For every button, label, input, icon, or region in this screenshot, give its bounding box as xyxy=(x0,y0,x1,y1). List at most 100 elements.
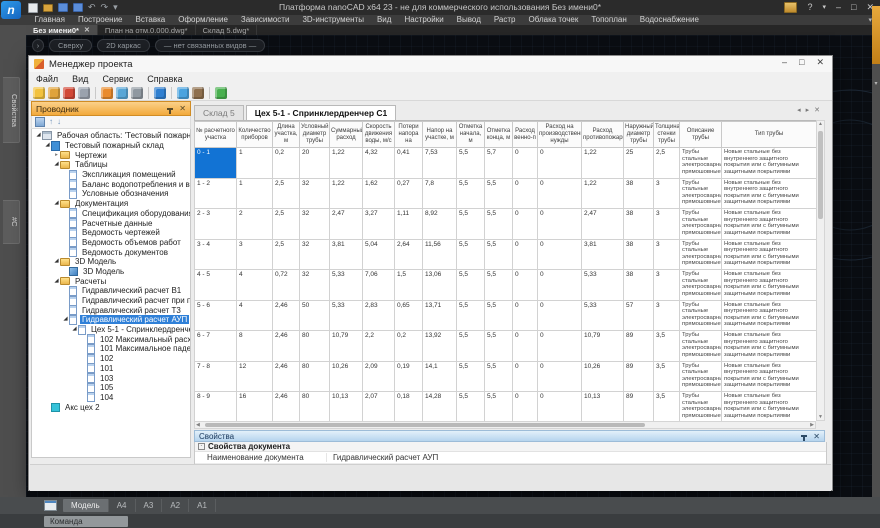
table-cell[interactable]: 3,27 xyxy=(363,209,395,240)
close-panel-icon[interactable]: ✕ xyxy=(179,104,186,113)
table-cell[interactable]: 38 xyxy=(624,209,654,240)
table-cell[interactable]: 38 xyxy=(624,270,654,301)
pm-menu-справка[interactable]: Справка xyxy=(140,74,189,84)
tree-item[interactable]: Ведомость чертежей xyxy=(32,228,190,238)
tree-item[interactable]: 103 xyxy=(32,373,190,383)
table-cell[interactable]: 5,5 xyxy=(457,300,485,331)
table-cell[interactable]: 89 xyxy=(624,361,654,392)
table-cell[interactable]: 2,46 xyxy=(273,300,300,331)
app-menu-3d-инструменты[interactable]: 3D-инструменты xyxy=(296,15,371,25)
expander-icon[interactable]: ◢ xyxy=(71,325,78,334)
table-cell[interactable]: 8,92 xyxy=(423,209,457,240)
app-menu-водоснабжение[interactable]: Водоснабжение xyxy=(633,15,705,25)
table-cell[interactable]: 8 xyxy=(237,331,273,362)
table-cell[interactable]: 3 xyxy=(654,270,680,301)
tree-item[interactable]: ◢Таблицы xyxy=(32,160,190,170)
table-cell[interactable]: Новые стальные без внутреннего защитного… xyxy=(722,209,817,240)
column-header[interactable]: Напор на участке, м xyxy=(423,122,457,148)
table-cell[interactable]: Новые стальные без внутреннего защитного… xyxy=(722,331,817,362)
tree-item[interactable]: 3D Модель xyxy=(32,267,190,277)
table-cell[interactable]: 5,5 xyxy=(457,270,485,301)
app-menu-главная[interactable]: Главная xyxy=(28,15,71,25)
table-cell[interactable]: 3 xyxy=(654,239,680,270)
help-button[interactable]: ? xyxy=(807,2,812,12)
help-dropdown-icon[interactable]: ▾ xyxy=(822,3,826,11)
expander-icon[interactable]: ◢ xyxy=(35,131,42,140)
column-header[interactable]: Расход противопожарный xyxy=(582,122,624,148)
pm-doc-tab[interactable]: Цех 5-1 - Спринклердренчер С1 xyxy=(246,105,397,120)
tab-close-icon[interactable]: ✕ xyxy=(814,106,820,114)
open-project-icon[interactable] xyxy=(48,87,60,99)
table-cell[interactable]: 0,65 xyxy=(395,300,423,331)
table-cell[interactable]: Новые стальные без внутреннего защитного… xyxy=(722,392,817,423)
table-cell[interactable]: 32 xyxy=(300,209,330,240)
pm-menu-файл[interactable]: Файл xyxy=(29,74,65,84)
column-header[interactable]: Расход венно-п xyxy=(513,122,538,148)
command-line[interactable] xyxy=(0,514,880,528)
table-cell[interactable]: 3 xyxy=(654,178,680,209)
expander-icon[interactable]: ◢ xyxy=(44,141,51,150)
undo-icon[interactable]: ↶ xyxy=(88,3,96,12)
table-cell[interactable]: 0,2 xyxy=(395,331,423,362)
sheet-tab-модель[interactable]: Модель xyxy=(63,499,109,512)
update-icon[interactable] xyxy=(215,87,227,99)
table-cell[interactable]: 3,5 xyxy=(654,331,680,362)
table-cell[interactable]: 1,22 xyxy=(582,148,624,179)
tree-item[interactable]: Гидравлический расчет В1 xyxy=(32,286,190,296)
column-header[interactable]: Тип трубы xyxy=(722,122,817,148)
table-cell[interactable]: 0 xyxy=(513,178,538,209)
more-icon[interactable]: ▾ xyxy=(113,3,118,12)
table-cell[interactable]: 4 xyxy=(237,270,273,301)
dock-tab-2[interactable]: #С xyxy=(3,200,20,244)
app-menu-вставка[interactable]: Вставка xyxy=(129,15,172,25)
table-cell[interactable]: 80 xyxy=(300,392,330,423)
column-header[interactable]: Потери напора на xyxy=(395,122,423,148)
tree-item[interactable]: Гидравлический расчет Т3 xyxy=(32,305,190,315)
table-cell[interactable]: 5,5 xyxy=(485,300,513,331)
right-dock-arrow-icon[interactable]: ▾ xyxy=(872,80,880,87)
table-cell[interactable]: 10,79 xyxy=(330,331,363,362)
table-cell[interactable]: 5,5 xyxy=(457,331,485,362)
column-header[interactable]: Суммарный расход xyxy=(330,122,363,148)
tree-view-mode-icon[interactable] xyxy=(35,117,45,127)
table-cell[interactable]: 5,33 xyxy=(582,300,624,331)
table-cell[interactable]: Трубы стальные электросварные прямошовны… xyxy=(680,239,722,270)
app-menu-вывод[interactable]: Вывод xyxy=(450,15,487,25)
table-cell[interactable]: 50 xyxy=(300,300,330,331)
table-cell[interactable]: 1,22 xyxy=(582,178,624,209)
table-cell[interactable]: Трубы стальные электросварные прямошовны… xyxy=(680,300,722,331)
table-cell[interactable]: 2,46 xyxy=(273,392,300,423)
table-cell[interactable]: 5,5 xyxy=(485,392,513,423)
table-cell[interactable]: 10,79 xyxy=(582,331,624,362)
app-menu-зависимости[interactable]: Зависимости xyxy=(234,15,296,25)
table-cell[interactable]: 3 xyxy=(654,209,680,240)
table-cell[interactable]: 2,5 xyxy=(273,209,300,240)
table-cell[interactable]: 1 xyxy=(237,178,273,209)
pm-doc-tab[interactable]: Склад 5 xyxy=(194,105,244,120)
table-cell[interactable]: 89 xyxy=(624,392,654,423)
viewcube-nav-icon[interactable]: › xyxy=(32,39,44,52)
table-cell[interactable]: 4,32 xyxy=(363,148,395,179)
tree-item[interactable]: 105 xyxy=(32,383,190,393)
redo-icon[interactable]: ↷ xyxy=(101,3,109,12)
tree-item[interactable]: 102 xyxy=(32,354,190,364)
table-cell[interactable]: 2,64 xyxy=(395,239,423,270)
table-cell[interactable]: 0 xyxy=(538,178,582,209)
table-cell[interactable]: Трубы стальные электросварные прямошовны… xyxy=(680,178,722,209)
table-cell[interactable]: 10,26 xyxy=(582,361,624,392)
table-cell[interactable]: 2,83 xyxy=(363,300,395,331)
tree-item[interactable]: Ведомость объемов работ xyxy=(32,238,190,248)
table-cell[interactable]: Новые стальные без внутреннего защитного… xyxy=(722,148,817,179)
app-menu-построение[interactable]: Построение xyxy=(71,15,129,25)
table-cell[interactable]: 5,5 xyxy=(485,270,513,301)
table-cell[interactable]: 0 xyxy=(538,270,582,301)
expander-icon[interactable]: ◢ xyxy=(53,160,60,169)
horizontal-scroll-thumb[interactable] xyxy=(205,423,645,427)
table-cell[interactable]: 5,5 xyxy=(457,178,485,209)
table-cell[interactable]: 14,28 xyxy=(423,392,457,423)
table-cell[interactable]: 1,62 xyxy=(363,178,395,209)
table-cell[interactable]: 0 xyxy=(513,209,538,240)
table-cell[interactable]: 5,5 xyxy=(457,239,485,270)
table-cell[interactable]: 2,2 xyxy=(363,331,395,362)
column-header[interactable]: Описание трубы xyxy=(680,122,722,148)
